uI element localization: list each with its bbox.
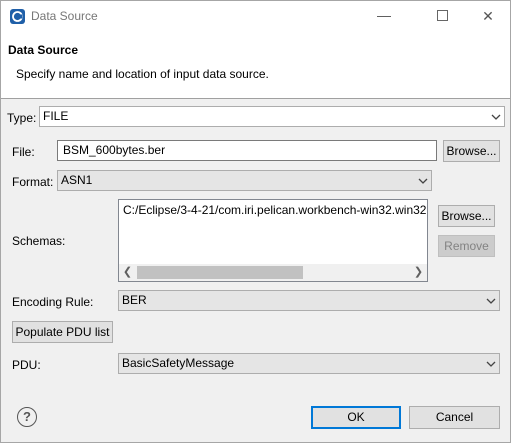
format-select[interactable]: ASN1 xyxy=(57,170,432,191)
close-button[interactable]: ✕ xyxy=(479,7,497,25)
header-title: Data Source xyxy=(8,43,79,57)
dialog-header: Data Source Specify name and location of… xyxy=(1,31,510,99)
schemas-label: Schemas: xyxy=(12,234,66,248)
pdu-select[interactable]: BasicSafetyMessage xyxy=(118,353,500,374)
scroll-left-icon[interactable]: ❮ xyxy=(119,264,136,281)
data-source-dialog: Data Source — ✕ Data Source Specify name… xyxy=(0,0,511,443)
chevron-down-icon xyxy=(418,178,428,184)
ok-button[interactable]: OK xyxy=(311,406,401,429)
schemas-remove-button[interactable]: Remove xyxy=(438,235,495,257)
file-label: File: xyxy=(12,145,35,159)
schemas-browse-button[interactable]: Browse... xyxy=(438,205,495,227)
type-label: Type: xyxy=(7,111,37,125)
header-description: Specify name and location of input data … xyxy=(16,67,269,81)
file-browse-button[interactable]: Browse... xyxy=(443,140,500,162)
list-item[interactable]: C:/Eclipse/3-4-21/com.iri.pelican.workbe… xyxy=(123,203,426,217)
scrollbar-thumb[interactable] xyxy=(137,266,303,279)
scroll-right-icon[interactable]: ❯ xyxy=(410,264,427,281)
format-select-value: ASN1 xyxy=(61,173,93,187)
window-title: Data Source xyxy=(31,9,98,23)
chevron-down-icon xyxy=(491,114,501,120)
chevron-down-icon xyxy=(486,361,496,367)
encoding-rule-value: BER xyxy=(122,293,147,307)
title-bar[interactable]: Data Source — ✕ xyxy=(1,1,510,31)
populate-pdu-list-button[interactable]: Populate PDU list xyxy=(12,321,113,343)
pdu-select-value: BasicSafetyMessage xyxy=(122,356,235,370)
encoding-rule-select[interactable]: BER xyxy=(118,290,500,311)
schemas-list[interactable]: C:/Eclipse/3-4-21/com.iri.pelican.workbe… xyxy=(118,199,428,282)
pdu-label: PDU: xyxy=(12,358,41,372)
format-label: Format: xyxy=(12,175,54,189)
maximize-button[interactable] xyxy=(437,10,448,21)
type-select-value: FILE xyxy=(43,109,69,123)
cancel-button[interactable]: Cancel xyxy=(409,406,500,429)
encoding-rule-label: Encoding Rule: xyxy=(12,295,94,309)
help-icon[interactable]: ? xyxy=(17,407,37,427)
horizontal-scrollbar[interactable]: ❮ ❯ xyxy=(119,264,427,281)
chevron-down-icon xyxy=(486,298,496,304)
eclipse-icon xyxy=(10,9,25,24)
file-input[interactable]: BSM_600bytes.ber xyxy=(57,140,437,161)
minimize-button[interactable]: — xyxy=(375,6,393,24)
type-select[interactable]: FILE xyxy=(39,106,505,127)
